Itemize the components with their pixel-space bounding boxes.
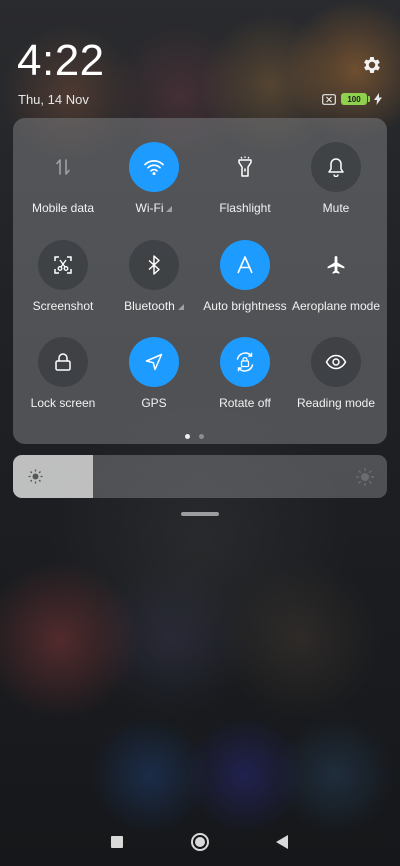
signal-strength-icon [177,304,184,310]
tile-auto-brightness-button[interactable] [220,240,270,290]
status-icons: 100 [322,92,382,106]
signal-strength-icon [166,206,173,212]
tile-rotate-off-button[interactable] [220,337,270,387]
tile-label: Aeroplane mode [291,299,381,313]
screenshot-icon [54,256,72,274]
recents-button[interactable] [111,836,123,848]
tile-flashlight[interactable]: Flashlight [199,142,291,215]
tile-label: Screenshot [32,299,94,313]
battery-icon: 100 [341,93,370,105]
rotation-lock-icon [236,352,254,372]
eye-icon [325,354,347,370]
tile-label: Mute [322,201,350,215]
bluetooth-icon [148,255,160,275]
charging-bolt-icon [374,93,382,105]
tile-label: Flashlight [219,201,271,215]
tile-label: Lock screen [30,396,96,410]
tile-aeroplane-mode[interactable]: Aeroplane mode [290,240,382,313]
tile-reading-mode-button[interactable] [311,337,361,387]
page-dot[interactable] [199,434,204,439]
drag-handle[interactable] [181,512,219,516]
tile-wifi-button[interactable] [129,142,179,192]
tile-bluetooth-button[interactable] [129,240,179,290]
tile-reading-mode[interactable]: Reading mode [290,337,382,410]
page-dot-active[interactable] [185,434,190,439]
tile-mobile-data-button[interactable] [38,142,88,192]
battery-level: 100 [347,94,361,104]
tile-label: Bluetooth [124,299,175,313]
tile-gps[interactable]: GPS [108,337,200,410]
tile-mute-button[interactable] [311,142,361,192]
tile-label: Mobile data [31,201,95,215]
tile-label: Wi-Fi [135,201,164,215]
brightness-low-icon [28,469,43,484]
tile-screenshot[interactable]: Screenshot [17,240,109,313]
tile-wifi[interactable]: Wi-Fi [108,142,200,215]
tile-lock-screen[interactable]: Lock screen [17,337,109,410]
gear-icon[interactable] [361,54,383,76]
lock-icon [55,353,71,371]
location-arrow-icon [145,353,163,371]
tile-flashlight-button[interactable] [220,142,270,192]
tile-gps-button[interactable] [129,337,179,387]
tile-mute[interactable]: Mute [290,142,382,215]
tile-label: Rotate off [219,396,271,410]
airplane-icon [327,256,345,274]
tile-label: Reading mode [296,396,376,410]
navigation-bar [0,826,400,858]
tile-screenshot-button[interactable] [38,240,88,290]
tile-aeroplane-mode-button[interactable] [311,240,361,290]
brightness-high-icon [356,468,374,486]
back-button[interactable] [276,835,288,849]
tile-label: Auto brightness [203,299,287,313]
tile-lock-screen-button[interactable] [38,337,88,387]
wifi-icon [144,160,164,176]
bell-icon [328,158,344,177]
flashlight-icon [238,156,252,177]
no-sim-icon [322,93,336,105]
clock-time[interactable]: 4:22 [17,36,105,86]
quick-settings-panel: Mobile data Wi-Fi Flashlight Mute Screen… [13,118,387,444]
tile-rotate-off[interactable]: Rotate off [199,337,291,410]
tile-label: GPS [141,396,167,410]
brightness-slider-fill [13,455,94,498]
home-button[interactable] [191,833,209,851]
tile-bluetooth[interactable]: Bluetooth [108,240,200,313]
tile-auto-brightness[interactable]: Auto brightness [199,240,291,313]
mobile-data-icon [56,159,70,175]
page-indicator [185,434,204,439]
date-label[interactable]: Thu, 14 Nov [18,92,89,107]
auto-brightness-icon [237,256,253,274]
tile-mobile-data[interactable]: Mobile data [17,142,109,215]
brightness-slider[interactable] [13,455,387,498]
